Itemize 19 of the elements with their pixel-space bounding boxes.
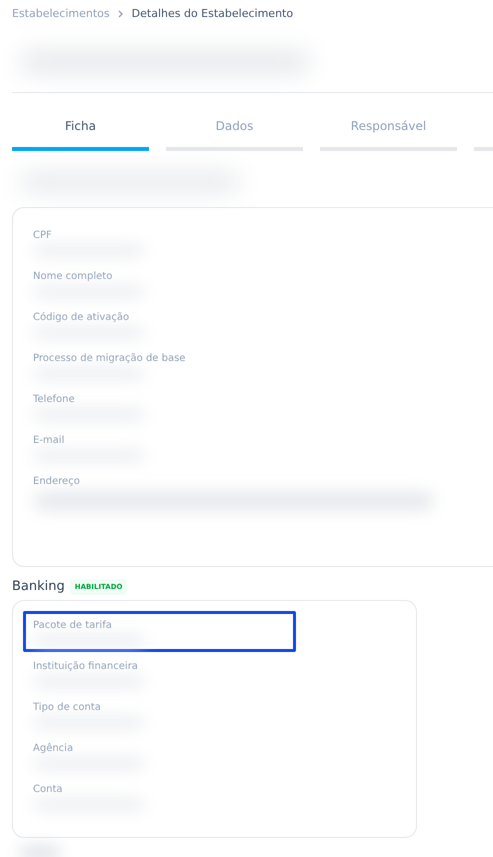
chevron-right-icon <box>118 10 124 18</box>
field-label: Pacote de tarifa <box>33 619 113 633</box>
section-title: Banking <box>12 578 65 596</box>
breadcrumb-link[interactable]: Estabelecimentos <box>12 6 110 22</box>
field-label: Processo de migração de base <box>33 352 186 366</box>
field-label: Nome completo <box>33 270 114 284</box>
field-label: Tipo de conta <box>33 701 102 715</box>
field-label: Endereço <box>33 475 81 489</box>
tab[interactable]: Dados <box>166 117 303 151</box>
field-label: Instituição financeira <box>33 660 139 674</box>
field-label: Agência <box>33 742 74 756</box>
breadcrumb-current: Detalhes do Estabelecimento <box>132 6 294 22</box>
field-label: E-mail <box>33 434 66 448</box>
tab[interactable]: Ficha <box>12 117 149 151</box>
field-label: Telefone <box>33 393 76 407</box>
field-label: Código de ativação <box>33 311 130 325</box>
field-label: Conta <box>33 783 64 797</box>
field-label: CPF <box>33 229 53 243</box>
tab[interactable]: Responsável <box>320 117 457 151</box>
